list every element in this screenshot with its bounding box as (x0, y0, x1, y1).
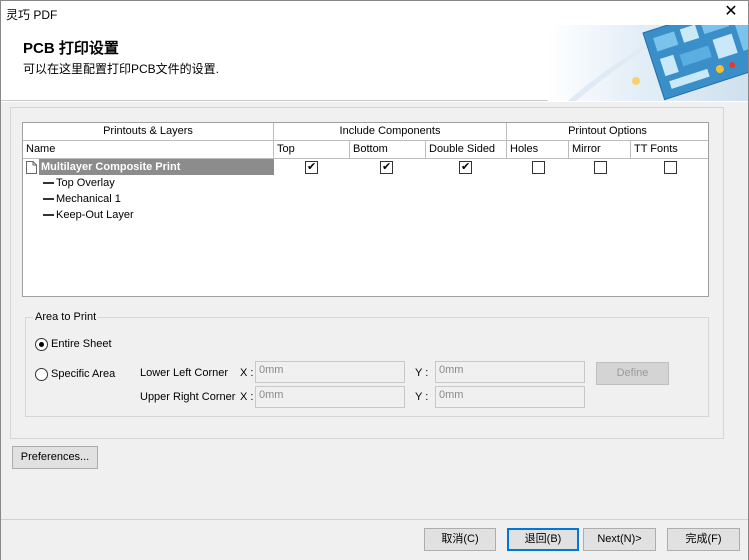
column-header-mirror[interactable]: Mirror (569, 141, 631, 159)
upper-right-corner-label: Upper Right Corner (140, 391, 236, 403)
specific-area-label[interactable]: Specific Area (51, 368, 115, 380)
holes-checkbox[interactable] (532, 161, 545, 174)
tt-fonts-checkbox[interactable] (664, 161, 677, 174)
group-header-options: Printout Options (568, 125, 647, 137)
group-header-printouts: Printouts & Layers (23, 123, 274, 141)
upper-right-y-field[interactable]: 0mm (435, 386, 585, 408)
column-header-double-sided[interactable]: Double Sided (426, 141, 507, 159)
specific-area-radio[interactable] (35, 368, 48, 381)
entire-sheet-radio[interactable] (35, 338, 48, 351)
title-bar: 灵巧 PDF ✕ (1, 1, 748, 25)
wizard-footer: 取消(C) 退回(B) Next(N)> 完成(F) (1, 519, 748, 560)
upper-right-x-label: X : (240, 391, 254, 403)
column-header-row: Name Top Bottom Double Sided Holes Mirro… (23, 141, 708, 159)
double-sided-checkbox[interactable] (459, 160, 472, 174)
dialog-window: 灵巧 PDF ✕ PCB 打印设置 可以在这里配置打印PCB文件的设置. Pri… (0, 0, 749, 560)
layer-row[interactable]: Keep-Out Layer (43, 207, 134, 223)
mirror-checkbox[interactable] (594, 161, 607, 174)
cancel-button[interactable]: 取消(C) (424, 528, 496, 551)
preferences-button[interactable]: Preferences... (12, 446, 98, 469)
column-header-bottom[interactable]: Bottom (350, 141, 426, 159)
layer-row[interactable]: Mechanical 1 (43, 191, 121, 207)
lower-left-x-label: X : (240, 367, 254, 379)
upper-right-x-field[interactable]: 0mm (255, 386, 405, 408)
layer-line-icon (43, 198, 54, 201)
layer-line-icon (43, 182, 54, 185)
column-header-holes[interactable]: Holes (507, 141, 569, 159)
layer-name: Top Overlay (56, 177, 115, 189)
bottom-components-checkbox[interactable] (380, 160, 393, 174)
printouts-layers-grid: Printouts & Layers Include Components Pr… (22, 122, 709, 297)
group-header-components: Include Components (274, 123, 507, 141)
area-to-print-legend: Area to Print (33, 311, 99, 323)
pcb-banner-image (548, 25, 748, 101)
lower-left-y-label: Y : (415, 367, 429, 379)
lower-left-y-field[interactable]: 0mm (435, 361, 585, 383)
page-title: PCB 打印设置 (23, 40, 119, 57)
layer-name: Keep-Out Layer (56, 209, 134, 221)
page-subtitle: 可以在这里配置打印PCB文件的设置. (23, 62, 220, 76)
column-header-tt-fonts[interactable]: TT Fonts (631, 141, 708, 159)
group-header-row: Printouts & Layers Include Components Pr… (23, 123, 708, 141)
lower-left-corner-label: Lower Left Corner (140, 367, 229, 379)
entire-sheet-label[interactable]: Entire Sheet (51, 338, 112, 350)
finish-button[interactable]: 完成(F) (667, 528, 740, 551)
lower-left-x-field[interactable]: 0mm (255, 361, 405, 383)
close-icon[interactable]: ✕ (722, 3, 740, 21)
printout-name: Multilayer Composite Print (39, 159, 274, 175)
column-header-name[interactable]: Name (23, 141, 274, 159)
document-icon (26, 161, 37, 174)
layer-line-icon (43, 214, 54, 217)
wizard-header: PCB 打印设置 可以在这里配置打印PCB文件的设置. (1, 25, 748, 101)
column-header-top[interactable]: Top (274, 141, 350, 159)
top-components-checkbox[interactable] (305, 160, 318, 174)
window-title: 灵巧 PDF (6, 8, 58, 22)
upper-right-y-label: Y : (415, 391, 429, 403)
next-button[interactable]: Next(N)> (583, 528, 656, 551)
define-button[interactable]: Define (596, 362, 669, 385)
layer-row[interactable]: Top Overlay (43, 175, 115, 191)
printout-row[interactable]: Multilayer Composite Print (23, 159, 274, 175)
layer-name: Mechanical 1 (56, 193, 121, 205)
back-button[interactable]: 退回(B) (507, 528, 579, 551)
